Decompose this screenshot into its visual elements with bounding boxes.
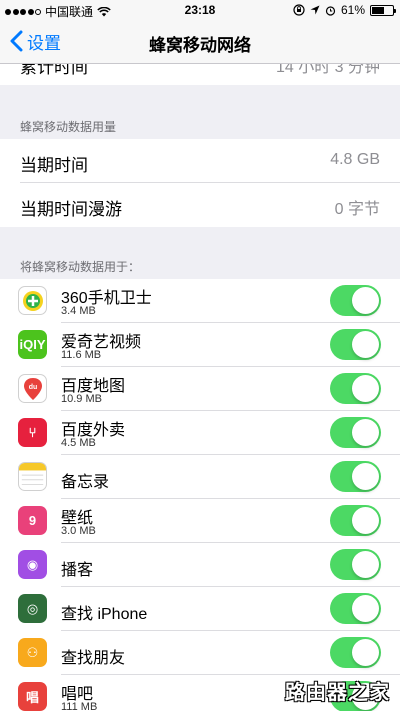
app-data-size: 3.0 MB: [61, 525, 96, 537]
toggle-knob: [352, 287, 379, 314]
app-row: 360手机卫士 3.4 MB: [0, 279, 400, 323]
toggle-knob: [352, 507, 379, 534]
find-iphone-icon: ◎: [18, 594, 47, 623]
app-row: ◉ 播客: [0, 543, 400, 587]
toggle-knob: [352, 551, 379, 578]
battery-percent: 61%: [340, 3, 365, 17]
iqiyi-icon: iQIY: [18, 330, 47, 359]
app-row: ◎ 查找 iPhone: [0, 587, 400, 631]
app-row: du 百度地图 10.9 MB: [0, 367, 400, 411]
app-name: 播客: [61, 562, 94, 579]
app-row: ⚇ 查找朋友: [0, 631, 400, 675]
rotation-lock-icon: [293, 4, 305, 16]
toggle-knob: [352, 331, 379, 358]
svg-text:du: du: [28, 384, 37, 391]
navigation-bar-overlay: 设置 蜂窝移动网络: [0, 20, 400, 64]
current-period-roaming-row: 当期时间漫游 0 字节: [0, 183, 400, 227]
baidu-waimai-icon: ⑂: [18, 418, 47, 447]
battery-fill: [372, 6, 385, 14]
cellular-data-toggle[interactable]: [330, 417, 381, 448]
toggle-knob: [352, 639, 379, 666]
notes-icon: [18, 462, 47, 491]
baidu-map-icon: du: [18, 374, 47, 403]
alarm-icon: [325, 5, 336, 16]
watermark: 路由器之家: [285, 682, 390, 704]
app-name: 备忘录: [61, 474, 110, 491]
app-data-size: 4.5 MB: [61, 437, 96, 449]
app-data-size: 11.6 MB: [61, 349, 102, 361]
app-row: 9 壁纸 3.0 MB: [0, 499, 400, 543]
find-friends-icon: ⚇: [18, 638, 47, 667]
cellular-data-toggle[interactable]: [330, 593, 381, 624]
app-name: 查找 iPhone: [61, 606, 148, 623]
cellular-data-toggle[interactable]: [330, 549, 381, 580]
usage-section-header: 蜂窝移动数据用量: [20, 120, 117, 134]
app-row: iQIY 爱奇艺视频 11.6 MB: [0, 323, 400, 367]
app-data-size: 3.4 MB: [61, 305, 96, 317]
current-period-label: 当期时间: [20, 156, 88, 175]
cellular-data-toggle[interactable]: [330, 329, 381, 360]
toggle-knob: [352, 595, 379, 622]
app-name: 查找朋友: [61, 650, 126, 667]
status-bar-overlay: 中国联通 23:18 61%: [0, 0, 400, 20]
cellular-data-toggle[interactable]: [330, 461, 381, 492]
location-icon: [310, 5, 320, 15]
battery-icon: [370, 4, 396, 16]
apps-section-header: 将蜂窝移动数据用于：: [20, 260, 141, 274]
wallpaper-icon: 9: [18, 506, 47, 535]
toggle-knob: [352, 419, 379, 446]
app-row: ⑂ 百度外卖 4.5 MB: [0, 411, 400, 455]
page-title-overlay: 蜂窝移动网络: [149, 36, 251, 55]
current-period-value: 4.8 GB: [330, 151, 380, 168]
cellular-data-toggle[interactable]: [330, 285, 381, 316]
status-right-overlay: 61%: [293, 3, 396, 17]
current-period-row: 当期时间 4.8 GB: [0, 139, 400, 183]
cellular-data-toggle[interactable]: [330, 373, 381, 404]
toggle-knob: [352, 463, 379, 490]
cellular-data-toggle[interactable]: [330, 637, 381, 668]
changba-icon: 唱: [18, 682, 47, 711]
app-data-size: 10.9 MB: [61, 393, 102, 405]
cellular-data-toggle[interactable]: [330, 505, 381, 536]
app-row: 备忘录: [0, 455, 400, 499]
app-data-size: 111 MB: [61, 701, 98, 711]
toggle-knob: [352, 375, 379, 402]
current-period-roaming-value: 0 字节: [334, 201, 380, 218]
podcasts-icon: ◉: [18, 550, 47, 579]
360-security-icon: [18, 286, 47, 315]
current-period-roaming-label: 当期时间漫游: [20, 200, 122, 219]
